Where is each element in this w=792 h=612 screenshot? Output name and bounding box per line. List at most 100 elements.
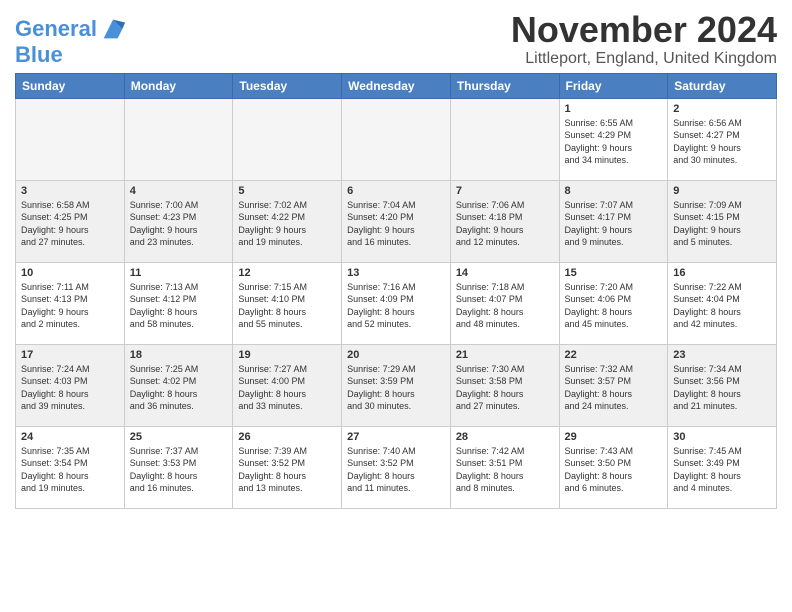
day-cell: 12Sunrise: 7:15 AM Sunset: 4:10 PM Dayli…	[233, 262, 342, 344]
day-info: Sunrise: 7:24 AM Sunset: 4:03 PM Dayligh…	[21, 363, 119, 413]
day-cell	[342, 98, 451, 180]
day-cell: 24 Sunrise: 7:35 AM Sunset: 3:54 PM Dayli…	[16, 426, 125, 508]
day-number: 2	[673, 103, 771, 115]
day-number: 18	[130, 349, 228, 361]
day-info: Sunrise: 7:29 AM Sunset: 3:59 PM Dayligh…	[347, 363, 445, 413]
day-info: Sunrise: 7:35 AM Sunset: 3:54 PM Dayligh…	[21, 445, 119, 495]
day-cell: 2Sunrise: 6:56 AM Sunset: 4:27 PM Daylig…	[668, 98, 777, 180]
day-cell: 10 Sunrise: 7:11 AM Sunset: 4:13 PM Dayli…	[16, 262, 125, 344]
day-number: 22	[565, 349, 663, 361]
day-info: Sunrise: 7:20 AM Sunset: 4:06 PM Dayligh…	[565, 281, 663, 331]
day-number: 11	[130, 267, 228, 279]
header-row: SundayMondayTuesdayWednesdayThursdayFrid…	[16, 73, 777, 98]
day-cell: 5Sunrise: 7:02 AM Sunset: 4:22 PM Daylig…	[233, 180, 342, 262]
day-info: Sunrise: 7:00 AM Sunset: 4:23 PM Dayligh…	[130, 199, 228, 249]
header-friday: Friday	[559, 73, 668, 98]
day-number: 28	[456, 431, 554, 443]
day-info: Sunrise: 7:18 AM Sunset: 4:07 PM Dayligh…	[456, 281, 554, 331]
day-cell: 20 Sunrise: 7:29 AM Sunset: 3:59 PM Dayli…	[342, 344, 451, 426]
day-cell: 22Sunrise: 7:32 AM Sunset: 3:57 PM Dayli…	[559, 344, 668, 426]
day-cell: 26 Sunrise: 7:39 AM Sunset: 3:52 PM Dayli…	[233, 426, 342, 508]
day-cell: 30 Sunrise: 7:45 AM Sunset: 3:49 PM Dayli…	[668, 426, 777, 508]
day-info: Sunrise: 6:55 AM Sunset: 4:29 PM Dayligh…	[565, 117, 663, 167]
day-info: Sunrise: 7:45 AM Sunset: 3:49 PM Dayligh…	[673, 445, 771, 495]
header-wednesday: Wednesday	[342, 73, 451, 98]
week-row-0: 1 Sunrise: 6:55 AM Sunset: 4:29 PM Daylig…	[16, 98, 777, 180]
day-cell	[124, 98, 233, 180]
header-tuesday: Tuesday	[233, 73, 342, 98]
day-number: 25	[130, 431, 228, 443]
day-number: 15	[565, 267, 663, 279]
day-info: Sunrise: 7:16 AM Sunset: 4:09 PM Dayligh…	[347, 281, 445, 331]
day-info: Sunrise: 7:34 AM Sunset: 3:56 PM Dayligh…	[673, 363, 771, 413]
logo-icon	[99, 15, 127, 43]
day-info: Sunrise: 7:11 AM Sunset: 4:13 PM Dayligh…	[21, 281, 119, 331]
day-cell: 1 Sunrise: 6:55 AM Sunset: 4:29 PM Daylig…	[559, 98, 668, 180]
day-number: 10	[21, 267, 119, 279]
main-container: General Blue November 2024 Littleport, E…	[0, 0, 792, 514]
day-number: 4	[130, 185, 228, 197]
day-number: 14	[456, 267, 554, 279]
day-cell: 6 Sunrise: 7:04 AM Sunset: 4:20 PM Daylig…	[342, 180, 451, 262]
day-info: Sunrise: 7:39 AM Sunset: 3:52 PM Dayligh…	[238, 445, 336, 495]
day-cell	[16, 98, 125, 180]
day-number: 20	[347, 349, 445, 361]
day-info: Sunrise: 7:40 AM Sunset: 3:52 PM Dayligh…	[347, 445, 445, 495]
day-number: 30	[673, 431, 771, 443]
day-cell	[233, 98, 342, 180]
logo: General Blue	[15, 15, 127, 67]
day-number: 9	[673, 185, 771, 197]
header-monday: Monday	[124, 73, 233, 98]
day-info: Sunrise: 7:30 AM Sunset: 3:58 PM Dayligh…	[456, 363, 554, 413]
day-cell: 17Sunrise: 7:24 AM Sunset: 4:03 PM Dayli…	[16, 344, 125, 426]
day-cell: 9 Sunrise: 7:09 AM Sunset: 4:15 PM Daylig…	[668, 180, 777, 262]
day-info: Sunrise: 7:43 AM Sunset: 3:50 PM Dayligh…	[565, 445, 663, 495]
week-row-4: 24 Sunrise: 7:35 AM Sunset: 3:54 PM Dayli…	[16, 426, 777, 508]
day-number: 5	[238, 185, 336, 197]
day-cell: 29 Sunrise: 7:43 AM Sunset: 3:50 PM Dayli…	[559, 426, 668, 508]
day-cell: 23 Sunrise: 7:34 AM Sunset: 3:56 PM Dayli…	[668, 344, 777, 426]
day-cell: 16 Sunrise: 7:22 AM Sunset: 4:04 PM Dayli…	[668, 262, 777, 344]
header: General Blue November 2024 Littleport, E…	[15, 10, 777, 68]
day-info: Sunrise: 7:42 AM Sunset: 3:51 PM Dayligh…	[456, 445, 554, 495]
day-number: 13	[347, 267, 445, 279]
day-info: Sunrise: 7:22 AM Sunset: 4:04 PM Dayligh…	[673, 281, 771, 331]
day-cell: 14 Sunrise: 7:18 AM Sunset: 4:07 PM Dayli…	[450, 262, 559, 344]
week-row-2: 10 Sunrise: 7:11 AM Sunset: 4:13 PM Dayli…	[16, 262, 777, 344]
day-cell	[450, 98, 559, 180]
day-cell: 28 Sunrise: 7:42 AM Sunset: 3:51 PM Dayli…	[450, 426, 559, 508]
day-info: Sunrise: 7:25 AM Sunset: 4:02 PM Dayligh…	[130, 363, 228, 413]
day-info: Sunrise: 7:04 AM Sunset: 4:20 PM Dayligh…	[347, 199, 445, 249]
day-cell: 13 Sunrise: 7:16 AM Sunset: 4:09 PM Dayli…	[342, 262, 451, 344]
day-info: Sunrise: 7:37 AM Sunset: 3:53 PM Dayligh…	[130, 445, 228, 495]
day-number: 6	[347, 185, 445, 197]
day-info: Sunrise: 7:15 AM Sunset: 4:10 PM Dayligh…	[238, 281, 336, 331]
day-number: 27	[347, 431, 445, 443]
day-cell: 19Sunrise: 7:27 AM Sunset: 4:00 PM Dayli…	[233, 344, 342, 426]
day-number: 24	[21, 431, 119, 443]
logo-text-blue: Blue	[15, 43, 127, 67]
logo-text: General	[15, 17, 97, 41]
day-number: 1	[565, 103, 663, 115]
day-number: 8	[565, 185, 663, 197]
day-cell: 18 Sunrise: 7:25 AM Sunset: 4:02 PM Dayli…	[124, 344, 233, 426]
header-saturday: Saturday	[668, 73, 777, 98]
day-info: Sunrise: 7:06 AM Sunset: 4:18 PM Dayligh…	[456, 199, 554, 249]
day-number: 21	[456, 349, 554, 361]
day-info: Sunrise: 7:09 AM Sunset: 4:15 PM Dayligh…	[673, 199, 771, 249]
day-cell: 15 Sunrise: 7:20 AM Sunset: 4:06 PM Dayli…	[559, 262, 668, 344]
day-number: 29	[565, 431, 663, 443]
day-cell: 3Sunrise: 6:58 AM Sunset: 4:25 PM Daylig…	[16, 180, 125, 262]
location: Littleport, England, United Kingdom	[511, 50, 777, 68]
day-number: 16	[673, 267, 771, 279]
header-thursday: Thursday	[450, 73, 559, 98]
day-number: 3	[21, 185, 119, 197]
day-cell: 27 Sunrise: 7:40 AM Sunset: 3:52 PM Dayli…	[342, 426, 451, 508]
day-number: 26	[238, 431, 336, 443]
calendar-table: SundayMondayTuesdayWednesdayThursdayFrid…	[15, 73, 777, 509]
day-cell: 25 Sunrise: 7:37 AM Sunset: 3:53 PM Dayli…	[124, 426, 233, 508]
week-row-3: 17Sunrise: 7:24 AM Sunset: 4:03 PM Dayli…	[16, 344, 777, 426]
day-number: 23	[673, 349, 771, 361]
title-section: November 2024 Littleport, England, Unite…	[511, 10, 777, 68]
day-info: Sunrise: 7:27 AM Sunset: 4:00 PM Dayligh…	[238, 363, 336, 413]
